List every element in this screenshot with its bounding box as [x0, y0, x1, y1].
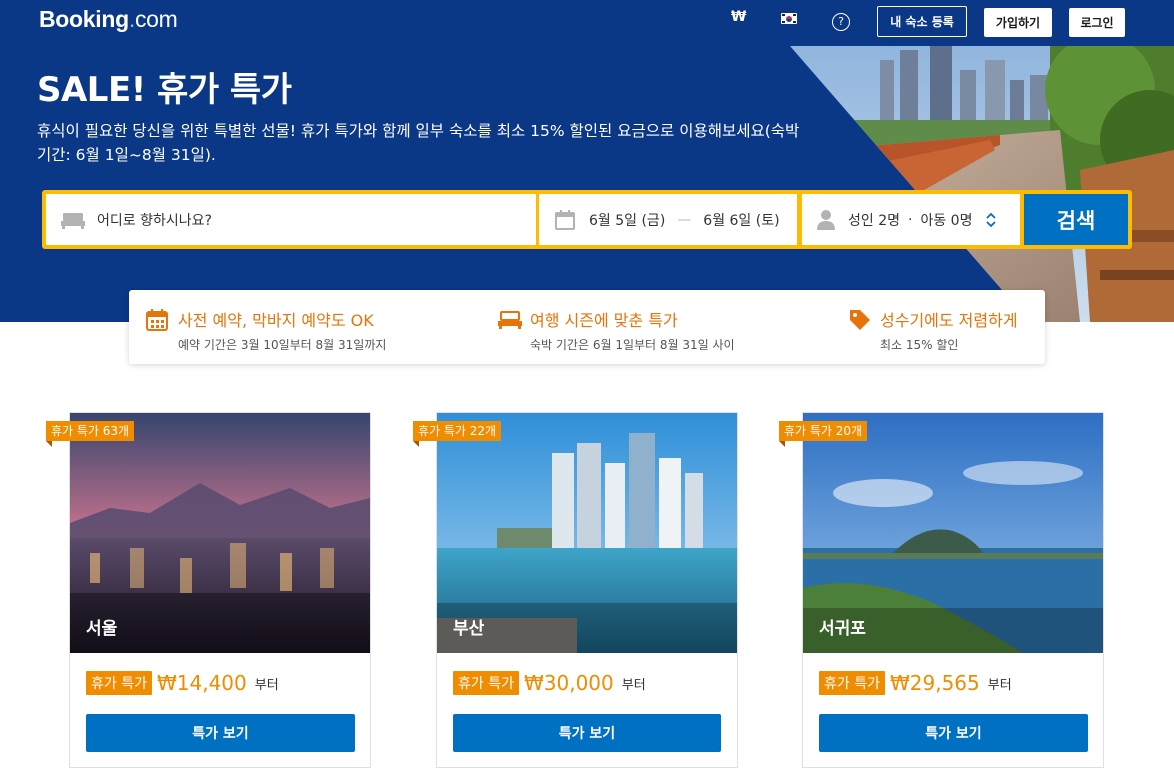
- feature-item-peak: 성수기에도 저렴하게 최소 15% 할인: [849, 307, 1018, 353]
- chevron-updown-icon: [986, 212, 997, 227]
- date-separator: —: [677, 211, 692, 228]
- feature-item-season: 여행 시즌에 맞춘 특가 숙박 기간은 6월 1일부터 8월 31일 사이: [498, 307, 735, 353]
- view-deals-button[interactable]: 특가 보기: [819, 714, 1088, 752]
- destination-card-busan[interactable]: 부산 휴가 특가 ₩30,000 부터 특가 보기: [436, 412, 738, 768]
- deal-badge: 휴가 특가: [453, 671, 519, 695]
- feature-subtitle: 숙박 기간은 6월 1일부터 8월 31일 사이: [530, 338, 735, 352]
- hero-banner: Booking.com ₩ ? 내 숙소 등록 가입하기 로그인 SALE! 휴…: [0, 0, 1174, 322]
- feature-subtitle: 예약 기간은 3월 10일부터 8월 31일까지: [178, 338, 387, 352]
- flag-bar: [793, 21, 796, 23]
- price-suffix: 부터: [254, 677, 279, 693]
- deal-badge: 휴가 특가: [819, 671, 885, 695]
- currency-selector[interactable]: ₩: [731, 9, 746, 25]
- price: ₩29,565: [889, 671, 980, 695]
- flag-bar: [782, 14, 785, 16]
- hero-title: SALE! 휴가 특가: [37, 70, 292, 110]
- calendar-icon: [555, 209, 575, 230]
- price-row: 휴가 특가 ₩30,000 부터: [453, 671, 646, 695]
- person-icon: [817, 209, 835, 230]
- korea-flag-icon[interactable]: [781, 13, 797, 24]
- checkin-date[interactable]: 6월 5일 (금): [589, 210, 665, 230]
- price-row: 휴가 특가 ₩29,565 부터: [819, 671, 1012, 695]
- deal-count-ribbon: 휴가 특가 63개: [46, 421, 135, 447]
- view-deals-button[interactable]: 특가 보기: [453, 714, 721, 752]
- city-name: 서귀포: [819, 619, 866, 639]
- guests-selector[interactable]: 성인 2명 · 아동 0명: [802, 194, 1020, 245]
- price-suffix: 부터: [987, 677, 1012, 693]
- price-suffix: 부터: [621, 677, 646, 693]
- deal-badge: 휴가 특가: [86, 671, 152, 695]
- deal-count-ribbon: 휴가 특가 22개: [413, 421, 502, 447]
- feature-subtitle: 최소 15% 할인: [880, 338, 959, 352]
- feature-title: 사전 예약, 막바지 예약도 OK: [178, 311, 374, 330]
- price: ₩14,400: [156, 671, 247, 695]
- register-button[interactable]: 가입하기: [984, 8, 1052, 37]
- search-bar: 어디로 향하시나요? 6월 5일 (금) — 6월 6일 (토) 성인 2명 ·…: [42, 190, 1132, 249]
- destination-card-seogwipo[interactable]: 서귀포 휴가 특가 ₩29,565 부터 특가 보기: [802, 412, 1104, 768]
- features-bar: 사전 예약, 막바지 예약도 OK 예약 기간은 3월 10일부터 8월 31일…: [129, 290, 1045, 364]
- calendar-icon: [146, 309, 168, 331]
- help-icon[interactable]: ?: [832, 13, 850, 31]
- bed-icon: [498, 311, 522, 329]
- checkout-date[interactable]: 6월 6일 (토): [703, 210, 779, 230]
- price: ₩30,000: [523, 671, 614, 695]
- destination-input[interactable]: 어디로 향하시나요?: [46, 194, 536, 245]
- children-count: 아동 0명: [920, 212, 973, 229]
- tag-icon: [850, 310, 870, 330]
- sign-in-button[interactable]: 로그인: [1069, 8, 1125, 37]
- list-property-button[interactable]: 내 숙소 등록: [877, 6, 967, 37]
- feature-title: 성수기에도 저렴하게: [880, 311, 1018, 330]
- view-deals-button[interactable]: 특가 보기: [86, 714, 355, 752]
- bed-icon: [61, 212, 85, 229]
- date-picker[interactable]: 6월 5일 (금) — 6월 6일 (토): [539, 194, 797, 245]
- guest-separator: ·: [908, 211, 913, 228]
- adults-count: 성인 2명: [848, 212, 900, 229]
- destination-placeholder: 어디로 향하시나요?: [97, 212, 212, 229]
- city-name: 서울: [86, 619, 118, 639]
- flag-emblem: [786, 16, 792, 22]
- city-name: 부산: [453, 619, 485, 639]
- price-row: 휴가 특가 ₩14,400 부터: [86, 671, 279, 695]
- hero-subtitle: 휴식이 필요한 당신을 위한 특별한 선물! 휴가 특가와 함께 일부 숙소를 …: [37, 122, 800, 164]
- search-button[interactable]: 검색: [1024, 194, 1128, 245]
- flag-bar: [793, 14, 796, 16]
- feature-title: 여행 시즌에 맞춘 특가: [530, 311, 678, 330]
- flag-bar: [782, 21, 785, 23]
- booking-logo[interactable]: Booking.com: [39, 6, 178, 33]
- destination-card-seoul[interactable]: 서울 휴가 특가 ₩14,400 부터 특가 보기: [69, 412, 371, 768]
- deal-count-ribbon: 휴가 특가 20개: [779, 421, 868, 447]
- feature-item-booking: 사전 예약, 막바지 예약도 OK 예약 기간은 3월 10일부터 8월 31일…: [146, 307, 386, 353]
